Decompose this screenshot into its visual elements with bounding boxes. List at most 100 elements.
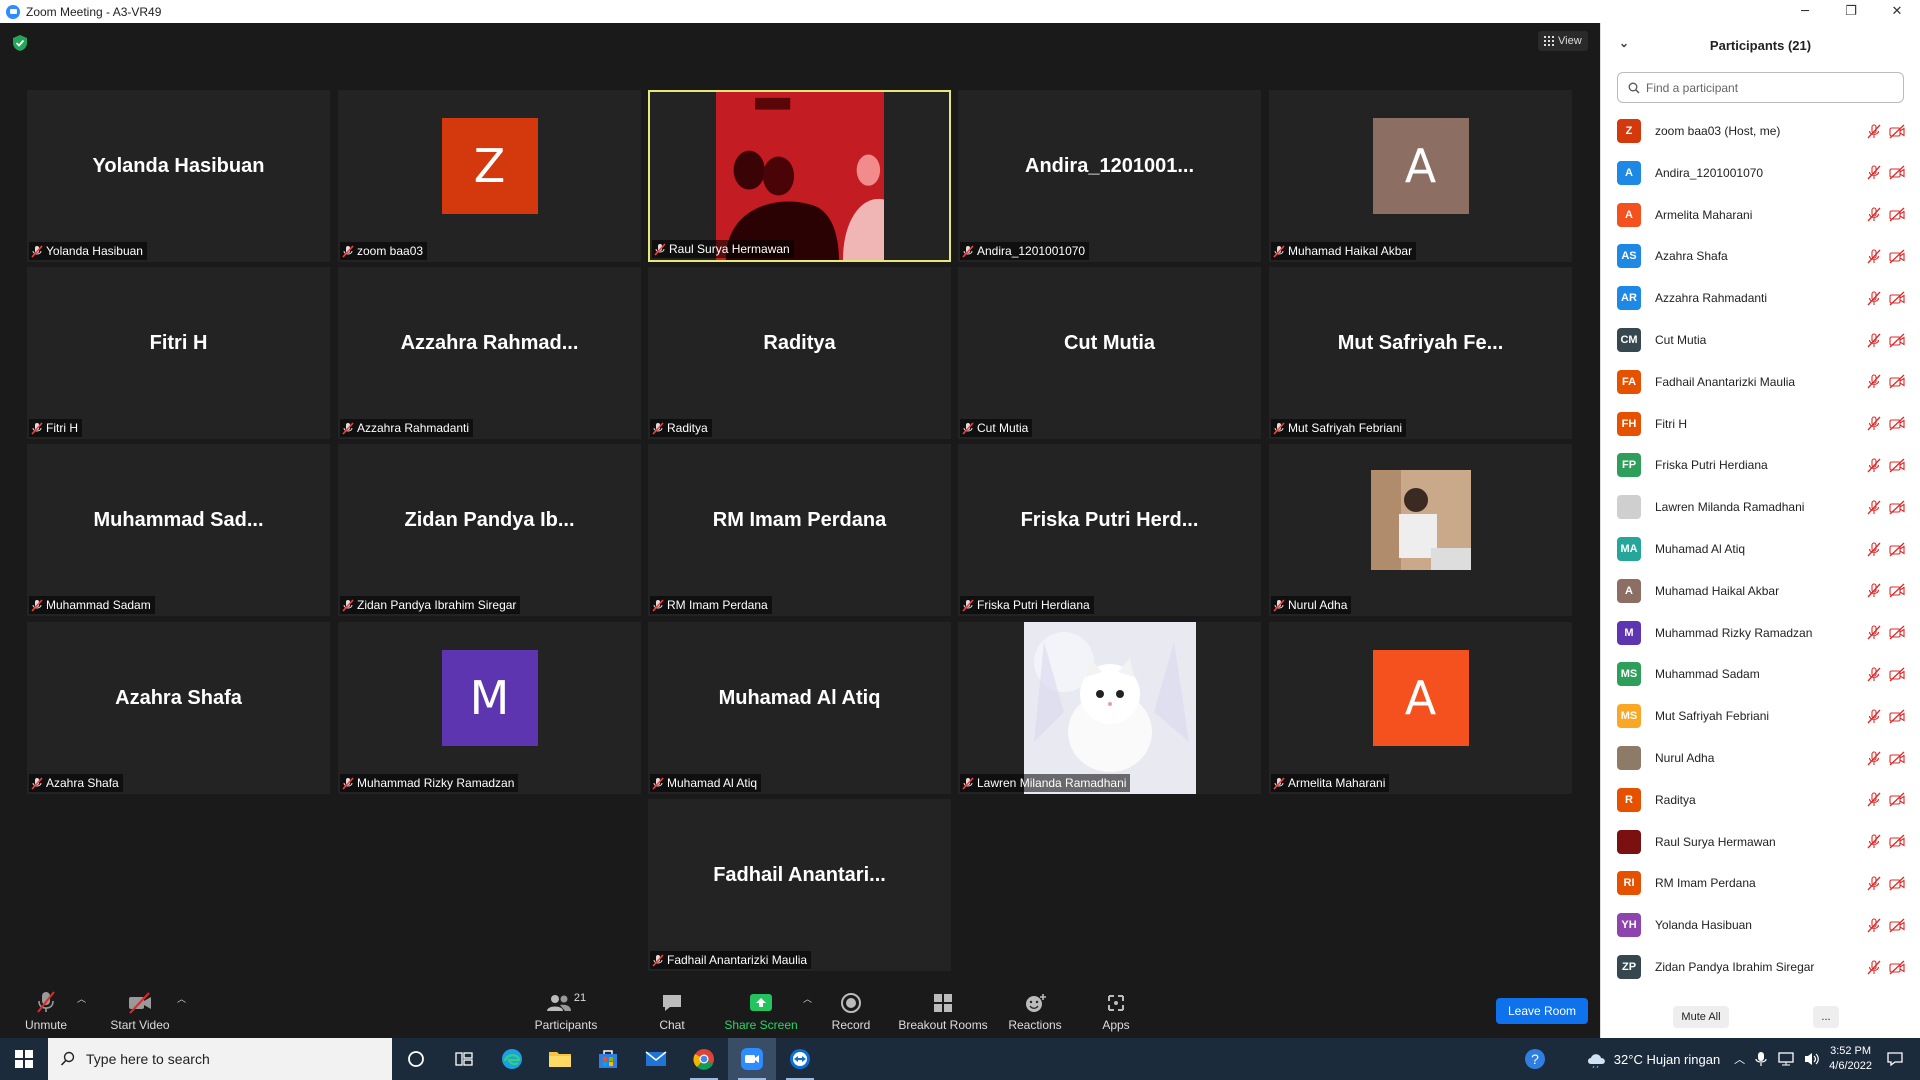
participant-row[interactable]: AR Azzahra Rahmadanti: [1617, 282, 1907, 314]
microphone-muted-icon[interactable]: [1867, 123, 1881, 139]
participant-row[interactable]: AS Azahra Shafa: [1617, 240, 1907, 272]
video-off-icon[interactable]: [1889, 542, 1905, 557]
unmute-button[interactable]: Unmute ︿: [20, 982, 86, 1038]
zoom-taskbar-button[interactable]: [728, 1038, 776, 1080]
microphone-muted-icon[interactable]: [1867, 667, 1881, 682]
participant-row[interactable]: M Muhammad Rizky Ramadzan: [1617, 617, 1907, 649]
help-icon[interactable]: ?: [1524, 1048, 1546, 1070]
microphone-muted-icon[interactable]: [1867, 834, 1881, 849]
participant-video-tile[interactable]: A Armelita Maharani: [1269, 622, 1572, 794]
participant-video-tile[interactable]: Friska Putri Herd... Friska Putri Herdian…: [958, 444, 1261, 616]
video-off-icon[interactable]: [1889, 165, 1905, 180]
microphone-muted-icon[interactable]: [1867, 583, 1881, 598]
participant-row[interactable]: YH Yolanda Hasibuan: [1617, 909, 1907, 941]
participant-video-tile[interactable]: Cut Mutia Cut Mutia: [958, 267, 1261, 439]
participant-video-tile[interactable]: M Muhammad Rizky Ramadzan: [338, 622, 641, 794]
microphone-muted-icon[interactable]: [1867, 458, 1881, 473]
store-button[interactable]: [584, 1038, 632, 1080]
show-hidden-icons-icon[interactable]: ︿: [1734, 1051, 1745, 1067]
apps-button[interactable]: Apps: [1098, 982, 1134, 1038]
participant-row[interactable]: MS Muhammad Sadam: [1617, 658, 1907, 690]
video-off-icon[interactable]: [1889, 792, 1905, 807]
minimize-button[interactable]: ─: [1782, 0, 1828, 23]
video-off-icon[interactable]: [1889, 625, 1905, 640]
participant-row[interactable]: Lawren Milanda Ramadhani: [1617, 491, 1907, 523]
participant-row[interactable]: FA Fadhail Anantarizki Maulia: [1617, 366, 1907, 398]
participant-video-tile[interactable]: A Muhamad Haikal Akbar: [1269, 90, 1572, 262]
chat-button[interactable]: Chat: [650, 982, 694, 1038]
participant-video-tile[interactable]: Fitri H Fitri H: [27, 267, 330, 439]
participants-button[interactable]: 21 Participants: [534, 982, 598, 1038]
microphone-muted-icon[interactable]: [1867, 876, 1881, 891]
cortana-button[interactable]: [392, 1038, 440, 1080]
unmute-options-caret-icon[interactable]: ︿: [77, 992, 86, 1005]
participant-row[interactable]: A Andira_1201001070: [1617, 157, 1907, 189]
video-off-icon[interactable]: [1889, 374, 1905, 389]
record-button[interactable]: Record: [826, 982, 876, 1038]
start-video-button[interactable]: Start Video ︿: [108, 982, 186, 1038]
start-button[interactable]: [0, 1038, 48, 1080]
edge-taskbar-button[interactable]: [488, 1038, 536, 1080]
participant-row[interactable]: CM Cut Mutia: [1617, 324, 1907, 356]
mail-button[interactable]: [632, 1038, 680, 1080]
participant-video-tile[interactable]: Muhamad Al Atiq Muhamad Al Atiq: [648, 622, 951, 794]
maximize-button[interactable]: ❐: [1828, 0, 1874, 23]
microphone-muted-icon[interactable]: [1867, 332, 1881, 348]
participant-video-tile[interactable]: Azahra Shafa Azahra Shafa: [27, 622, 330, 794]
microphone-muted-icon[interactable]: [1867, 625, 1881, 640]
video-off-icon[interactable]: [1889, 876, 1905, 891]
volume-icon[interactable]: [1803, 1051, 1821, 1067]
participant-row[interactable]: FH Fitri H: [1617, 408, 1907, 440]
network-icon[interactable]: [1777, 1051, 1795, 1067]
video-off-icon[interactable]: [1889, 124, 1905, 139]
participant-row[interactable]: MA Muhamad Al Atiq: [1617, 533, 1907, 565]
participant-video-tile[interactable]: Raditya Raditya: [648, 267, 951, 439]
video-off-icon[interactable]: [1889, 709, 1905, 724]
video-off-icon[interactable]: [1889, 416, 1905, 431]
taskbar-search-box[interactable]: Type here to search: [48, 1038, 392, 1080]
mute-all-button[interactable]: Mute All: [1673, 1006, 1729, 1028]
chrome-button[interactable]: [680, 1038, 728, 1080]
participant-video-tile[interactable]: Zidan Pandya Ib... Zidan Pandya Ibrahim S…: [338, 444, 641, 616]
breakout-rooms-button[interactable]: Breakout Rooms: [898, 982, 988, 1038]
microphone-muted-icon[interactable]: [1867, 374, 1881, 389]
participant-video-tile[interactable]: Raul Surya Hermawan: [648, 90, 951, 262]
participant-row[interactable]: RI RM Imam Perdana: [1617, 867, 1907, 899]
video-off-icon[interactable]: [1889, 333, 1905, 348]
microphone-muted-icon[interactable]: [1867, 959, 1881, 975]
participant-video-tile[interactable]: Muhammad Sad... Muhammad Sadam: [27, 444, 330, 616]
collapse-chevron-icon[interactable]: ⌄: [1619, 36, 1629, 50]
share-screen-button[interactable]: Share Screen ︿: [724, 982, 812, 1038]
microphone-muted-icon[interactable]: [1867, 291, 1881, 306]
close-button[interactable]: ✕: [1874, 0, 1920, 23]
participant-row[interactable]: ZP Zidan Pandya Ibrahim Siregar: [1617, 951, 1907, 983]
video-off-icon[interactable]: [1889, 291, 1905, 306]
participant-video-tile[interactable]: Mut Safriyah Fe... Mut Safriyah Febriani: [1269, 267, 1572, 439]
video-off-icon[interactable]: [1889, 249, 1905, 264]
more-options-button[interactable]: ...: [1813, 1006, 1839, 1028]
microphone-icon[interactable]: [1755, 1051, 1767, 1067]
participant-row[interactable]: Nurul Adha: [1617, 742, 1907, 774]
task-view-button[interactable]: [440, 1038, 488, 1080]
participant-row[interactable]: FP Friska Putri Herdiana: [1617, 449, 1907, 481]
video-off-icon[interactable]: [1889, 667, 1905, 682]
participant-video-tile[interactable]: RM Imam Perdana RM Imam Perdana: [648, 444, 951, 616]
video-off-icon[interactable]: [1889, 918, 1905, 933]
video-off-icon[interactable]: [1889, 834, 1905, 849]
participant-video-tile[interactable]: Yolanda Hasibuan Yolanda Hasibuan: [27, 90, 330, 262]
microphone-muted-icon[interactable]: [1867, 792, 1881, 807]
participant-row[interactable]: Raul Surya Hermawan: [1617, 826, 1907, 858]
participant-row[interactable]: MS Mut Safriyah Febriani: [1617, 700, 1907, 732]
video-off-icon[interactable]: [1889, 960, 1905, 975]
video-off-icon[interactable]: [1889, 458, 1905, 473]
notifications-icon[interactable]: [1886, 1051, 1904, 1067]
participant-video-tile[interactable]: Azzahra Rahmad... Azzahra Rahmadanti: [338, 267, 641, 439]
participant-row[interactable]: Zzoom baa03 (Host, me): [1617, 115, 1907, 147]
video-off-icon[interactable]: [1889, 207, 1905, 222]
participant-video-tile[interactable]: Nurul Adha: [1269, 444, 1572, 616]
weather-text[interactable]: 32°C Hujan ringan: [1614, 1052, 1720, 1067]
participant-row[interactable]: A Armelita Maharani: [1617, 199, 1907, 231]
participant-video-tile[interactable]: Zzoom baa03: [338, 90, 641, 262]
participant-video-tile[interactable]: Andira_1201001... Andira_1201001070: [958, 90, 1261, 262]
microphone-muted-icon[interactable]: [1867, 165, 1881, 180]
